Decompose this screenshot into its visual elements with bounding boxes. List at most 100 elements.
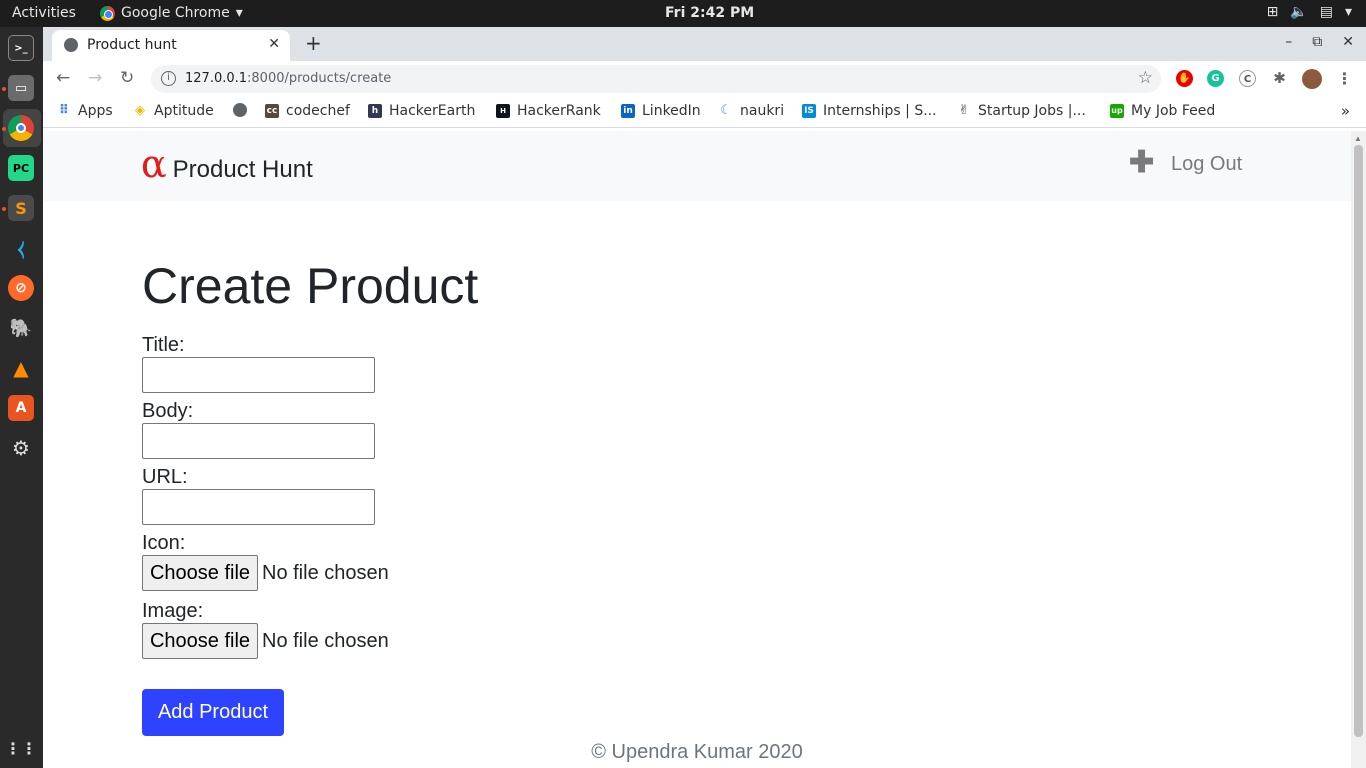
tab-strip: Product hunt ✕ + – ⧉ ✕ <box>43 27 1366 61</box>
site-info-icon[interactable]: i <box>161 71 176 86</box>
dock: >_ ▭ PC S ⧼ ⊘ 🐘 ▲ A ⚙ ⋮⋮ <box>0 27 43 768</box>
apps-grid-icon: ⠿ <box>58 103 70 118</box>
image-file-status: No file chosen <box>262 629 389 652</box>
upwork-icon: up <box>1110 104 1124 118</box>
image-label: Image: <box>142 600 204 622</box>
url-label: URL: <box>142 466 188 488</box>
settings-icon[interactable]: ⚙ <box>8 435 34 461</box>
bookmark-apps[interactable]: ⠿ Apps <box>57 103 113 119</box>
hackerrank-icon: H <box>496 104 510 118</box>
tab-title: Product hunt <box>87 37 177 53</box>
codechef-icon: cc <box>265 104 279 118</box>
profile-avatar[interactable] <box>1302 69 1322 89</box>
files-icon[interactable]: ▭ <box>8 75 34 101</box>
safari-icon[interactable]: ⊘ <box>8 275 34 301</box>
window-controls: – ⧉ ✕ <box>1285 34 1354 50</box>
minimize-button[interactable]: – <box>1285 34 1292 50</box>
running-indicator <box>2 87 6 91</box>
cplusplus-extension-icon[interactable]: C <box>1239 70 1256 87</box>
linkedin-icon: in <box>621 104 635 118</box>
logout-link[interactable]: Log Out <box>1171 153 1242 176</box>
brand-link[interactable]: α Product Hunt <box>141 145 313 184</box>
menu-arrow-icon[interactable]: ▾ <box>1345 4 1352 20</box>
globe-icon <box>64 38 78 52</box>
forward-arrow-icon[interactable]: → <box>88 68 102 88</box>
sublime-icon[interactable]: S <box>8 195 34 221</box>
reload-icon[interactable]: ↻ <box>120 68 134 88</box>
plus-icon[interactable]: ✚ <box>1129 148 1154 178</box>
system-top-bar: Activities Google Chrome ▾ Fri 2:42 PM ⊞… <box>0 0 1366 27</box>
system-tray[interactable]: ⊞ 🔈 ▤ ▾ <box>1267 4 1352 20</box>
bookmark-linkedin[interactable]: in LinkedIn <box>621 103 701 119</box>
clock[interactable]: Fri 2:42 PM <box>665 5 754 21</box>
network-icon[interactable]: ⊞ <box>1267 4 1279 20</box>
running-indicator <box>2 207 6 211</box>
url-path: :8000/products/create <box>247 71 392 86</box>
maximize-button[interactable]: ⧉ <box>1312 34 1322 50</box>
bookmark-naukri[interactable]: ☾ naukri <box>719 103 784 119</box>
bookmarks-overflow-icon[interactable]: » <box>1341 102 1350 120</box>
chrome-icon[interactable] <box>8 115 34 141</box>
postgres-icon[interactable]: 🐘 <box>8 315 34 341</box>
extensions-puzzle-icon[interactable]: ✱ <box>1271 70 1288 87</box>
icon-file-status: No file chosen <box>262 561 389 584</box>
terminal-icon[interactable]: >_ <box>8 35 34 61</box>
activities-button[interactable]: Activities <box>12 5 76 21</box>
page-title: Create Product <box>142 258 479 314</box>
browser-menu-icon[interactable]: ⋮ <box>1336 70 1353 87</box>
bookmark-label: LinkedIn <box>642 103 701 119</box>
browser-toolbar: ← → ↻ i 127.0.0.1:8000/products/create ☆… <box>43 61 1366 97</box>
volume-icon[interactable]: 🔈 <box>1290 4 1307 20</box>
bookmark-star-icon[interactable]: ☆ <box>1138 68 1153 88</box>
close-window-button[interactable]: ✕ <box>1342 34 1354 50</box>
bookmark-label: codechef <box>286 103 350 119</box>
back-arrow-icon[interactable]: ← <box>56 68 70 88</box>
tab-close-icon[interactable]: ✕ <box>268 36 280 52</box>
new-tab-button[interactable]: + <box>305 31 322 55</box>
alpha-logo-icon: α <box>141 142 167 186</box>
bookmark-hackerearth[interactable]: h HackerEarth <box>368 103 475 119</box>
running-indicator <box>2 127 6 131</box>
bookmark-aptitude[interactable]: ◈ Aptitude <box>133 103 214 119</box>
page-scrollbar[interactable]: ▲ <box>1351 131 1366 768</box>
show-apps-icon[interactable]: ⋮⋮ <box>5 735 37 761</box>
scroll-up-icon[interactable]: ▲ <box>1354 134 1362 143</box>
vscode-icon[interactable]: ⧼ <box>8 235 34 261</box>
hackerearth-icon: h <box>368 104 382 118</box>
image-choose-file-button[interactable]: Choose file <box>142 623 258 659</box>
vlc-icon[interactable]: ▲ <box>8 355 34 381</box>
adblock-extension-icon[interactable]: ✋ <box>1176 70 1193 87</box>
chrome-icon <box>100 5 115 21</box>
naukri-icon: ☾ <box>720 103 732 118</box>
software-center-icon[interactable]: A <box>8 395 34 421</box>
page-viewport: α Product Hunt ✚ Log Out Create Product … <box>43 131 1366 768</box>
url-text[interactable]: 127.0.0.1:8000/products/create <box>185 71 391 86</box>
body-input[interactable] <box>142 423 375 459</box>
title-input[interactable] <box>142 357 375 393</box>
bookmark-hackerrank[interactable]: H HackerRank <box>496 103 601 119</box>
bookmark-startup-jobs[interactable]: ✌ Startup Jobs |... <box>957 103 1086 119</box>
create-product-form-section: Create Product Title: Body: URL: Icon: C… <box>142 261 478 736</box>
aptitude-icon: ◈ <box>135 103 145 118</box>
grammarly-extension-icon[interactable]: G <box>1207 70 1224 87</box>
icon-label: Icon: <box>142 532 186 554</box>
address-bar[interactable]: i 127.0.0.1:8000/products/create ☆ <box>151 65 1161 93</box>
tab-product-hunt[interactable]: Product hunt ✕ <box>52 30 290 61</box>
clipboard-icon[interactable]: ▤ <box>1320 4 1333 20</box>
bookmark-globe[interactable] <box>233 103 247 117</box>
icon-choose-file-button[interactable]: Choose file <box>142 555 258 591</box>
bookmark-label: Aptitude <box>154 103 214 119</box>
url-input[interactable] <box>142 489 375 525</box>
add-product-button[interactable]: Add Product <box>142 689 284 736</box>
app-menu[interactable]: Google Chrome ▾ <box>100 5 243 21</box>
bookmark-my-job-feed[interactable]: up My Job Feed <box>1110 103 1215 119</box>
bookmark-label: Apps <box>78 103 113 119</box>
app-menu-label: Google Chrome <box>121 5 230 21</box>
image-file-input: Choose file No file chosen <box>142 623 478 659</box>
site-navbar: α Product Hunt ✚ Log Out <box>43 131 1351 201</box>
scrollbar-thumb[interactable] <box>1354 145 1363 737</box>
pycharm-icon[interactable]: PC <box>8 155 34 181</box>
bookmark-internships[interactable]: IS Internships | S... <box>802 103 937 119</box>
bookmark-codechef[interactable]: cc codechef <box>265 103 350 119</box>
globe-icon <box>233 103 247 117</box>
